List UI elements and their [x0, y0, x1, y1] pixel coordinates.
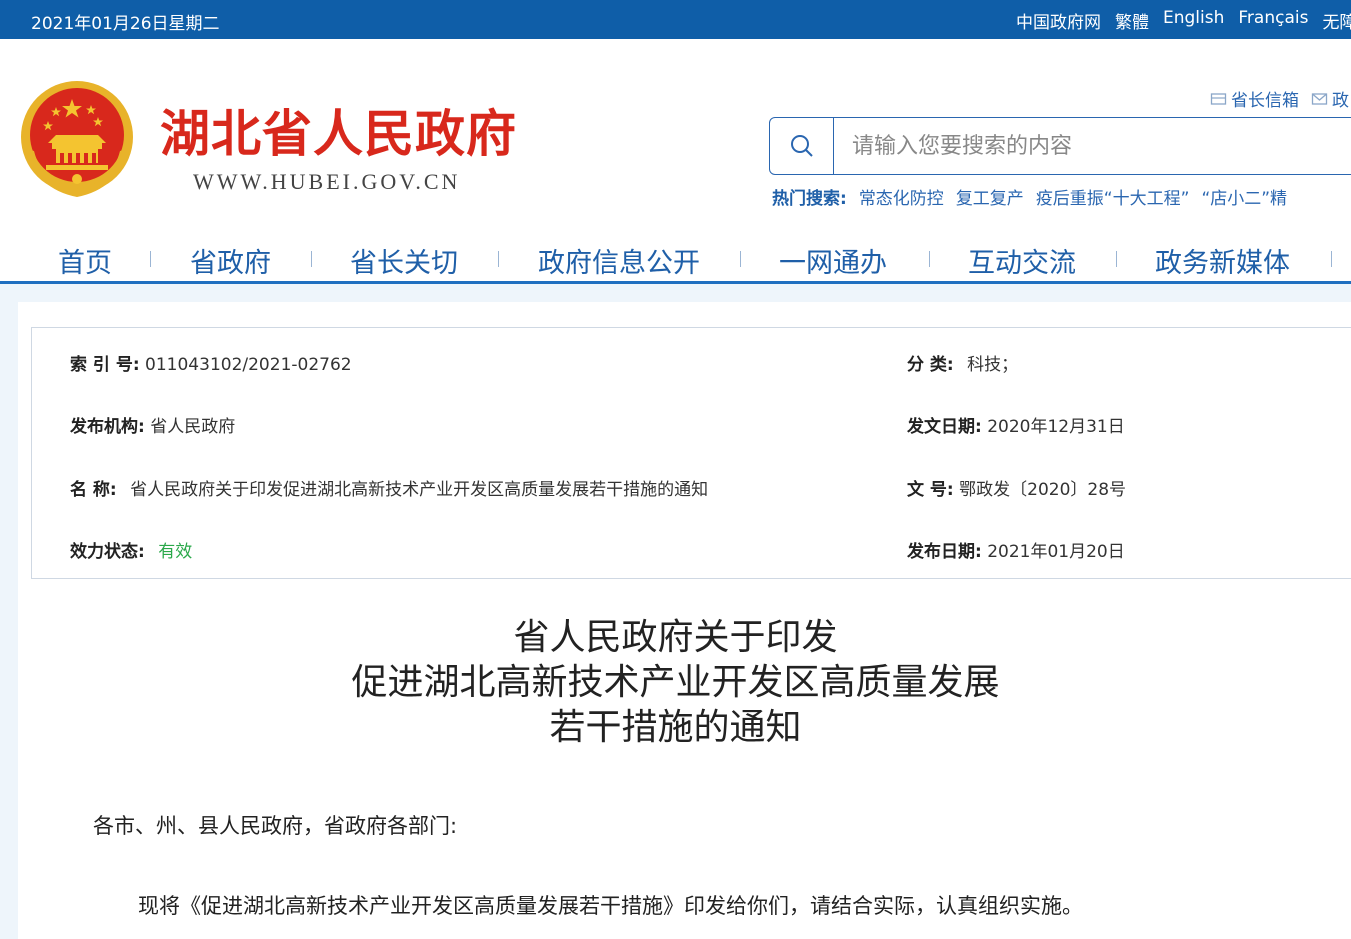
meta-publisher-label: 发布机构:	[70, 417, 145, 437]
document-metadata: 索 引 号: 011043102/2021-02762 分 类: 科技； 发布机…	[31, 327, 1351, 579]
document-title-line: 省人民政府关于印发	[513, 617, 838, 658]
main-nav: 首页 省政府 省长关切 政府信息公开 一网通办 互动交流 政务新媒体	[0, 239, 1351, 283]
search-button[interactable]	[770, 118, 834, 174]
hot-search: 热门搜索: 常态化防控 复工复产 疫后重振“十大工程” “店小二”精	[772, 184, 1287, 209]
meta-name: 名 称: 省人民政府关于印发促进湖北高新技术产业开发区高质量发展若干措施的通知	[70, 475, 708, 500]
top-link-gov-cn[interactable]: 中国政府网	[1016, 8, 1101, 33]
governor-mailbox-label: 省长信箱	[1231, 91, 1299, 111]
header-tool-links: 省长信箱 政	[1210, 86, 1349, 111]
mail-icon	[1311, 92, 1328, 105]
meta-index: 索 引 号: 011043102/2021-02762	[70, 350, 352, 375]
document-title: 省人民政府关于印发 促进湖北高新技术产业开发区高质量发展 若干措施的通知	[0, 615, 1351, 750]
meta-category: 分 类: 科技；	[907, 350, 1018, 375]
top-link-traditional[interactable]: 繁體	[1115, 8, 1149, 33]
governor-mailbox-link[interactable]: 省长信箱	[1210, 86, 1299, 111]
gov-link[interactable]: 政	[1311, 86, 1349, 111]
status-badge: 有效	[158, 542, 193, 562]
nav-divider	[150, 251, 151, 267]
search-icon	[790, 135, 813, 157]
meta-issue-date: 发文日期: 2020年12月31日	[907, 412, 1125, 437]
meta-name-value: 省人民政府关于印发促进湖北高新技术产业开发区高质量发展若干措施的通知	[130, 480, 709, 500]
meta-doc-number-value: 鄂政发〔2020〕28号	[959, 480, 1127, 500]
document-title-line: 促进湖北高新技术产业开发区高质量发展	[351, 662, 1000, 703]
nav-divider	[929, 251, 930, 267]
meta-index-value: 011043102/2021-02762	[145, 355, 352, 375]
nav-divider	[1331, 251, 1332, 267]
site-header: 湖北省人民政府 WWW.HUBEI.GOV.CN 省长信箱 政 热门搜索: 常态…	[0, 39, 1351, 283]
meta-doc-number: 文 号: 鄂政发〔2020〕28号	[907, 475, 1126, 500]
gov-link-label: 政	[1332, 91, 1349, 111]
hot-search-label: 热门搜索:	[772, 189, 847, 209]
mailbox-icon	[1210, 92, 1227, 105]
nav-home[interactable]: 首页	[58, 241, 112, 280]
top-link-accessibility[interactable]: 无障	[1322, 8, 1351, 33]
meta-status-label: 效力状态:	[70, 542, 145, 562]
site-title[interactable]: 湖北省人民政府	[160, 94, 517, 166]
meta-publisher: 发布机构: 省人民政府	[70, 412, 235, 437]
nav-divider	[740, 251, 741, 267]
search-input[interactable]	[852, 130, 1332, 162]
meta-publish-date-label: 发布日期:	[907, 542, 982, 562]
meta-publish-date: 发布日期: 2021年01月20日	[907, 537, 1125, 562]
hot-search-keyword[interactable]: “店小二”精	[1201, 184, 1287, 209]
national-emblem-icon[interactable]	[16, 79, 138, 203]
nav-divider	[498, 251, 499, 267]
meta-status: 效力状态: 有效	[70, 537, 192, 562]
meta-category-label: 分 类:	[907, 355, 954, 375]
meta-publisher-value: 省人民政府	[150, 417, 236, 437]
site-url: WWW.HUBEI.GOV.CN	[193, 169, 461, 194]
hot-search-keyword[interactable]: 常态化防控	[859, 184, 944, 209]
nav-provincial-gov[interactable]: 省政府	[190, 241, 271, 280]
document-salutation: 各市、州、县人民政府，省政府各部门:	[93, 814, 458, 838]
top-links: 中国政府网 繁體 English Français 无障	[1016, 8, 1351, 33]
meta-index-label: 索 引 号:	[70, 355, 140, 375]
document-body: 现将《促进湖北高新技术产业开发区高质量发展若干措施》印发给你们，请结合实际，认真…	[138, 894, 1083, 918]
hot-search-keyword[interactable]: 疫后重振“十大工程”	[1036, 184, 1190, 209]
search-box	[769, 117, 1351, 175]
top-link-english[interactable]: English	[1163, 8, 1224, 33]
nav-info-disclosure[interactable]: 政府信息公开	[538, 241, 700, 280]
meta-doc-number-label: 文 号:	[907, 480, 954, 500]
meta-name-label: 名 称:	[70, 480, 117, 500]
meta-issue-date-value: 2020年12月31日	[987, 417, 1125, 437]
meta-publish-date-value: 2021年01月20日	[987, 542, 1125, 562]
nav-divider	[1116, 251, 1117, 267]
nav-governor-concern[interactable]: 省长关切	[350, 241, 458, 280]
meta-issue-date-label: 发文日期:	[907, 417, 982, 437]
meta-category-value: 科技；	[967, 355, 1019, 375]
nav-divider	[311, 251, 312, 267]
document-title-line: 若干措施的通知	[549, 707, 802, 748]
nav-one-stop-service[interactable]: 一网通办	[779, 241, 887, 280]
top-bar: 2021年01月26日星期二 中国政府网 繁體 English Français…	[0, 0, 1351, 39]
nav-new-media[interactable]: 政务新媒体	[1155, 241, 1290, 280]
nav-interaction[interactable]: 互动交流	[968, 241, 1076, 280]
top-link-french[interactable]: Français	[1238, 8, 1308, 33]
hot-search-keyword[interactable]: 复工复产	[956, 184, 1024, 209]
current-date: 2021年01月26日星期二	[31, 14, 220, 34]
